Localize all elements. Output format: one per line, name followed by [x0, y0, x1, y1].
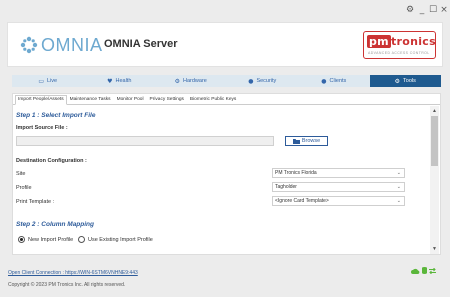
user-icon: ●: [248, 77, 254, 85]
cloud-icon: [411, 268, 420, 274]
print-template-label: Print Template :: [16, 199, 55, 205]
window-titlebar: ⚙ _ ☐ ×: [0, 0, 450, 20]
subtab-monitor-pool[interactable]: Monitor Pool: [114, 95, 147, 105]
brand-tagline: ADVANCED ACCESS CONTROL: [368, 51, 430, 55]
tab-security[interactable]: ● Security: [227, 75, 299, 87]
app-header: OMNIA OMNIA Server pm tronics ADVANCED AC…: [7, 22, 443, 67]
database-icon: [422, 267, 427, 274]
subtab-import[interactable]: Import People/Assets: [15, 95, 67, 105]
main-nav: ▭ Live ♥ Health ⚙ Hardware ● Security ● Clien…: [12, 75, 441, 87]
user-icon: ●: [321, 77, 327, 85]
tab-tools[interactable]: ⚙ Tools: [369, 75, 441, 87]
tab-hardware[interactable]: ⚙ Hardware: [155, 75, 227, 87]
tab-live[interactable]: ▭ Live: [12, 75, 84, 87]
panel-scrollbar[interactable]: ▲ ▼: [430, 106, 439, 254]
status-icons: [411, 267, 436, 274]
client-connection-link[interactable]: Open Client Connection : https://WIN-6ST…: [8, 270, 138, 276]
destination-config-label: Destination Configuration :: [16, 158, 87, 164]
profile-select[interactable]: Tagholder ⌄: [272, 182, 405, 192]
tab-clients[interactable]: ● Clients: [298, 75, 370, 87]
subtab-biometric[interactable]: Biometric Public Keys: [187, 95, 239, 105]
step2-title: Step 2 : Column Mapping: [16, 221, 94, 228]
gear-icon[interactable]: ⚙: [404, 4, 416, 16]
browse-button[interactable]: Browse: [285, 136, 328, 146]
chevron-down-icon: ⌄: [396, 170, 401, 176]
chevron-down-icon: ⌄: [396, 184, 401, 190]
cogs-icon: ⚙: [394, 77, 401, 85]
print-template-select[interactable]: <Ignore Card Template> ⌄: [272, 196, 405, 206]
radio-existing-import-profile[interactable]: [78, 236, 85, 243]
step1-title: Step 1 : Select Import File: [16, 112, 96, 119]
import-source-label: Import Source File :: [16, 125, 68, 131]
site-select[interactable]: PM Tronics Florida ⌄: [272, 168, 405, 178]
scroll-up-icon[interactable]: ▲: [430, 108, 439, 114]
import-source-field[interactable]: [16, 136, 274, 146]
radio-new-import-profile[interactable]: [18, 236, 25, 243]
app-title: OMNIA Server: [104, 38, 178, 50]
site-label: Site: [16, 171, 26, 177]
brand-name: pm tronics: [367, 35, 436, 48]
scroll-thumb[interactable]: [431, 116, 438, 166]
subtab-privacy[interactable]: Privacy Settings: [147, 95, 187, 105]
heart-icon: ♥: [107, 77, 113, 85]
profile-label: Profile: [16, 185, 32, 191]
folder-icon: [292, 139, 300, 144]
tab-health[interactable]: ♥ Health: [84, 75, 156, 87]
monitor-icon: ▭: [38, 77, 45, 85]
subtab-maintenance[interactable]: Maintenance Tasks: [67, 95, 114, 105]
radio-existing-label: Use Existing Import Profile: [88, 237, 153, 243]
logo-text: OMNIA: [41, 35, 103, 55]
copyright-text: Copyright © 2023 PM Tronics Inc. All rig…: [8, 282, 126, 288]
pmtronics-logo: pm tronics ADVANCED ACCESS CONTROL: [363, 31, 436, 59]
close-button[interactable]: ×: [438, 4, 450, 16]
subtab-bar: Import People/Assets Maintenance Tasks M…: [13, 94, 440, 105]
sync-icon: [429, 267, 436, 274]
scroll-down-icon[interactable]: ▼: [430, 246, 439, 252]
radio-new-label: New Import Profile: [28, 237, 74, 243]
omnia-logo-icon: [20, 36, 38, 54]
cogs-icon: ⚙: [174, 77, 181, 85]
chevron-down-icon: ⌄: [396, 198, 401, 204]
